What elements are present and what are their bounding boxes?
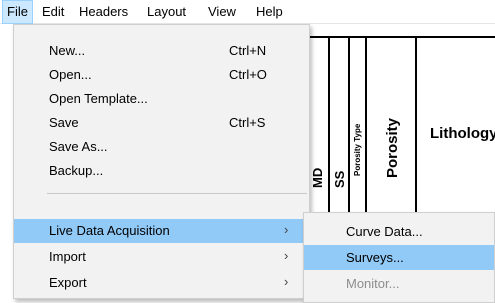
menu-item-backup[interactable]: Backup... bbox=[14, 159, 309, 183]
md-column: MD bbox=[308, 38, 330, 223]
menu-item-label: New... bbox=[49, 43, 86, 58]
menu-item-export[interactable]: Export › bbox=[14, 271, 309, 295]
ss-label: SS bbox=[332, 170, 347, 188]
menu-item-import[interactable]: Import › bbox=[14, 245, 309, 269]
ss-column: SS bbox=[330, 38, 350, 223]
submenu-item-label: Surveys... bbox=[346, 250, 404, 265]
menu-item-label: Export bbox=[49, 275, 87, 290]
lithology-label: Lithology bbox=[430, 125, 495, 142]
chevron-right-icon: › bbox=[284, 274, 289, 289]
menu-item-shortcut: Ctrl+O bbox=[229, 67, 267, 82]
menu-item-open[interactable]: Open... Ctrl+O bbox=[14, 63, 309, 87]
submenu-item-label: Monitor... bbox=[346, 276, 400, 291]
menu-edit[interactable]: Edit bbox=[38, 0, 68, 24]
file-menu: New... Ctrl+N Open... Ctrl+O Open Templa… bbox=[13, 24, 310, 299]
menu-item-open-template[interactable]: Open Template... bbox=[14, 87, 309, 111]
porosity-type-column: Porosity Type bbox=[350, 38, 367, 223]
menu-separator bbox=[47, 193, 307, 194]
porosity-label: Porosity bbox=[384, 117, 401, 178]
menu-help[interactable]: Help bbox=[252, 0, 287, 24]
menu-item-new[interactable]: New... Ctrl+N bbox=[14, 39, 309, 63]
menu-bar: File Edit Headers Layout View Help bbox=[0, 0, 495, 24]
chevron-right-icon: › bbox=[284, 222, 289, 237]
menu-item-label: Save bbox=[49, 115, 79, 130]
menu-file[interactable]: File bbox=[2, 0, 33, 24]
menu-item-label: Open... bbox=[49, 67, 92, 82]
menu-item-shortcut: Ctrl+N bbox=[229, 43, 267, 58]
menu-item-label: Save As... bbox=[49, 139, 108, 154]
submenu-item-label: Curve Data... bbox=[346, 224, 423, 239]
menu-item-live-data-acquisition[interactable]: Live Data Acquisition › bbox=[14, 219, 309, 243]
porosity-column: Porosity % % % % bbox=[367, 38, 417, 223]
menu-item-label: Live Data Acquisition bbox=[49, 223, 170, 238]
chevron-right-icon: › bbox=[284, 248, 289, 263]
live-data-submenu: Curve Data... Surveys... Monitor... bbox=[303, 212, 495, 303]
log-header-grid: MD SS Porosity Type Porosity % % % % Lit… bbox=[306, 36, 495, 223]
menu-item-shortcut: Ctrl+S bbox=[229, 115, 266, 130]
menu-item-save[interactable]: Save Ctrl+S bbox=[14, 111, 309, 135]
md-label: MD bbox=[310, 167, 325, 188]
menu-item-label: Backup... bbox=[49, 163, 104, 178]
menu-item-label: Import bbox=[49, 249, 86, 264]
menu-layout[interactable]: Layout bbox=[143, 0, 190, 24]
menu-headers[interactable]: Headers bbox=[75, 0, 132, 24]
submenu-item-curve-data[interactable]: Curve Data... bbox=[304, 219, 494, 244]
menu-item-label: Open Template... bbox=[49, 91, 148, 106]
menu-view[interactable]: View bbox=[204, 0, 240, 24]
porosity-type-label: Porosity Type bbox=[353, 123, 362, 176]
submenu-item-surveys[interactable]: Surveys... bbox=[304, 245, 494, 270]
submenu-item-monitor: Monitor... bbox=[304, 271, 494, 296]
menu-item-save-as[interactable]: Save As... bbox=[14, 135, 309, 159]
